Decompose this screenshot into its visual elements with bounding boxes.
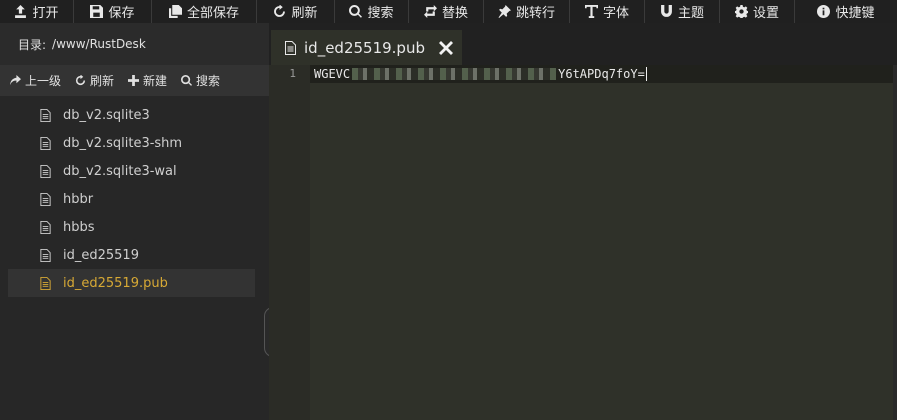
code-text-start: WGEVC [314, 67, 351, 81]
file-item[interactable]: db_v2.sqlite3-wal [8, 157, 255, 185]
file-list: db_v2.sqlite3 db_v2.sqlite3-shm db_v2.sqli… [0, 101, 269, 297]
file-name: hbbr [63, 191, 94, 207]
file-sidebar: 目录: /www/RustDesk 上一级 刷新 新建 搜索 db_v2.sql… [0, 23, 269, 420]
file-text-icon [40, 248, 51, 262]
file-name: db_v2.sqlite3-shm [63, 135, 183, 151]
file-name: id_ed25519.pub [63, 275, 168, 291]
search-icon [181, 75, 193, 86]
line-number: 1 [289, 67, 296, 80]
up-level-button[interactable]: 上一级 [10, 72, 61, 89]
settings-button[interactable]: 设置 [720, 0, 795, 23]
code-editor[interactable]: 1 WGEVC Y6tAPDq7foY= [269, 65, 897, 420]
theme-button[interactable]: 主题 [645, 0, 720, 23]
file-item[interactable]: id_ed25519 [8, 241, 255, 269]
file-text-icon [40, 164, 51, 178]
file-item[interactable]: hbbr [8, 185, 255, 213]
file-item[interactable]: id_ed25519.pub [8, 269, 255, 297]
directory-path: 目录: /www/RustDesk [0, 23, 269, 65]
open-button[interactable]: 打开 [0, 0, 74, 23]
search-button[interactable]: 搜索 [335, 0, 409, 23]
line-gutter: 1 [269, 65, 310, 420]
share-arrow-icon [10, 75, 21, 86]
tab-title: id_ed25519.pub [304, 38, 425, 57]
toolbar: 打开 保存 全部保存 刷新 搜索 替换 跳转行 字体 主题 设置 快捷键 [0, 0, 897, 23]
sidebar-refresh-button[interactable]: 刷新 [75, 72, 114, 89]
code-text-end: Y6tAPDq7foY= [558, 67, 645, 81]
file-item[interactable]: db_v2.sqlite3 [8, 101, 255, 129]
replace-button[interactable]: 替换 [409, 0, 484, 23]
file-text-icon [40, 276, 51, 290]
copy-icon [168, 5, 182, 18]
retweet-icon [423, 5, 437, 18]
tab-id-ed25519-pub[interactable]: id_ed25519.pub [271, 30, 462, 65]
file-item[interactable]: db_v2.sqlite3-shm [8, 129, 255, 157]
code-line[interactable]: WGEVC Y6tAPDq7foY= [314, 67, 647, 81]
editor-scrollbar[interactable] [893, 65, 897, 420]
text-height-icon [584, 5, 598, 18]
plus-icon [128, 75, 140, 86]
goto-line-button[interactable]: 跳转行 [484, 0, 570, 23]
file-name: hbbs [63, 219, 95, 235]
upload-icon [15, 5, 27, 18]
refresh-icon [274, 5, 286, 17]
tab-bar: id_ed25519.pub [269, 23, 897, 65]
gear-icon [734, 5, 748, 18]
file-text-icon [285, 40, 296, 55]
redacted-text [352, 68, 557, 80]
file-name: db_v2.sqlite3 [63, 107, 150, 123]
file-name: id_ed25519 [63, 247, 139, 263]
save-all-button[interactable]: 全部保存 [152, 0, 257, 23]
close-icon[interactable] [438, 40, 453, 55]
new-file-button[interactable]: 新建 [128, 72, 167, 89]
shortcuts-button[interactable]: 快捷键 [795, 0, 897, 23]
floppy-icon [90, 5, 104, 18]
sidebar-actions: 上一级 刷新 新建 搜索 [0, 65, 269, 96]
magnet-icon [661, 5, 672, 17]
save-button[interactable]: 保存 [74, 0, 152, 23]
file-text-icon [40, 108, 51, 122]
text-cursor [645, 67, 647, 81]
font-button[interactable]: 字体 [570, 0, 645, 23]
search-icon [349, 5, 363, 18]
info-circle-icon [817, 5, 831, 18]
directory-path-value: /www/RustDesk [52, 37, 146, 51]
file-text-icon [40, 192, 51, 206]
file-name: db_v2.sqlite3-wal [63, 163, 177, 179]
file-text-icon [40, 220, 51, 234]
refresh-icon [75, 75, 86, 86]
directory-label: 目录: [18, 37, 47, 52]
refresh-button[interactable]: 刷新 [257, 0, 335, 23]
file-text-icon [40, 136, 51, 150]
sidebar-search-button[interactable]: 搜索 [181, 72, 220, 89]
file-item[interactable]: hbbs [8, 213, 255, 241]
pushpin-icon [498, 5, 511, 18]
